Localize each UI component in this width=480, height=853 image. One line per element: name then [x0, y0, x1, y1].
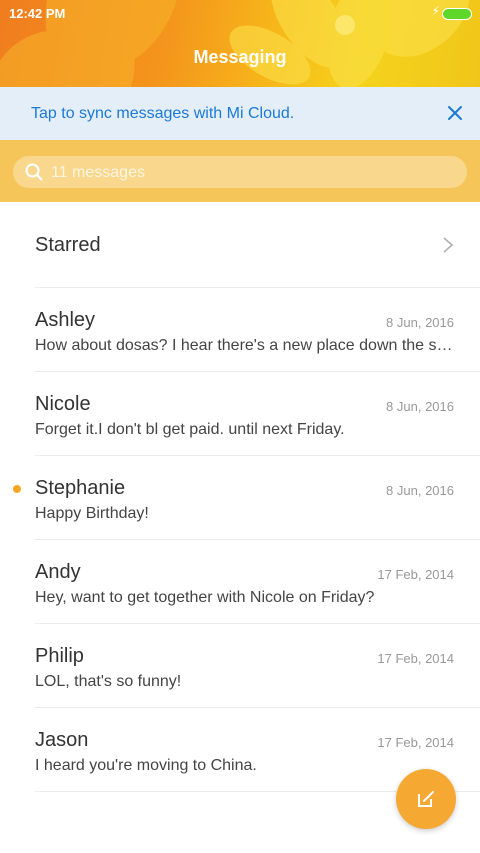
message-preview: Hey, want to get together with Nicole on… — [35, 589, 375, 606]
search-input[interactable] — [49, 160, 453, 186]
conversation-row[interactable]: Ashley 8 Jun, 2016 How about dosas? I he… — [35, 288, 480, 372]
contact-name: Ashley — [35, 309, 96, 331]
status-bar: 12:42 PM ⚡ — [0, 0, 480, 26]
contact-name: Nicole — [35, 393, 91, 415]
sync-banner[interactable]: Tap to sync messages with Mi Cloud. — [0, 87, 480, 140]
page-title: Messaging — [193, 47, 287, 67]
message-preview: Happy Birthday! — [35, 505, 149, 522]
bolt-icon: ⚡ — [431, 4, 440, 18]
conversation-row[interactable]: Nicole 8 Jun, 2016 Forget it.I don't bl … — [35, 372, 480, 456]
conversation-list: Starred Ashley 8 Jun, 2016 How about dos… — [0, 203, 480, 792]
compose-button[interactable] — [396, 769, 456, 829]
conversation-row[interactable]: Stephanie 8 Jun, 2016 Happy Birthday! — [13, 456, 480, 540]
contact-name: Jason — [35, 729, 89, 751]
message-preview: LOL, that's so funny! — [35, 673, 182, 690]
message-date: 8 Jun, 2016 — [386, 399, 454, 414]
contact-name: Andy — [35, 561, 81, 583]
status-time: 12:42 PM — [9, 6, 66, 21]
message-date: 17 Feb, 2014 — [377, 567, 454, 582]
conversation-row[interactable]: Andy 17 Feb, 2014 Hey, want to get toget… — [35, 540, 480, 624]
chevron-right-icon — [443, 237, 454, 253]
contact-name: Stephanie — [35, 477, 126, 499]
conversation-row[interactable]: Philip 17 Feb, 2014 LOL, that's so funny… — [35, 624, 480, 708]
contact-name: Philip — [35, 645, 84, 667]
starred-row[interactable]: Starred — [35, 203, 480, 288]
search-field[interactable] — [13, 156, 467, 188]
app-header: 12:42 PM ⚡ Messaging — [0, 0, 480, 87]
message-date: 8 Jun, 2016 — [386, 483, 454, 498]
message-date: 8 Jun, 2016 — [386, 315, 454, 330]
sync-banner-text[interactable]: Tap to sync messages with Mi Cloud. — [31, 105, 294, 123]
search-bar — [0, 140, 480, 202]
battery-icon — [442, 8, 472, 20]
search-icon — [25, 163, 43, 181]
message-date: 17 Feb, 2014 — [377, 651, 454, 666]
compose-icon — [418, 791, 434, 807]
unread-dot — [13, 485, 21, 493]
message-preview: I heard you're moving to China. — [35, 757, 257, 774]
starred-label: Starred — [35, 234, 101, 256]
message-preview: Forget it.I don't bl get paid. until nex… — [35, 421, 345, 438]
message-date: 17 Feb, 2014 — [377, 735, 454, 750]
close-icon[interactable] — [446, 104, 464, 122]
message-preview: How about dosas? I hear there's a new pl… — [35, 337, 455, 354]
